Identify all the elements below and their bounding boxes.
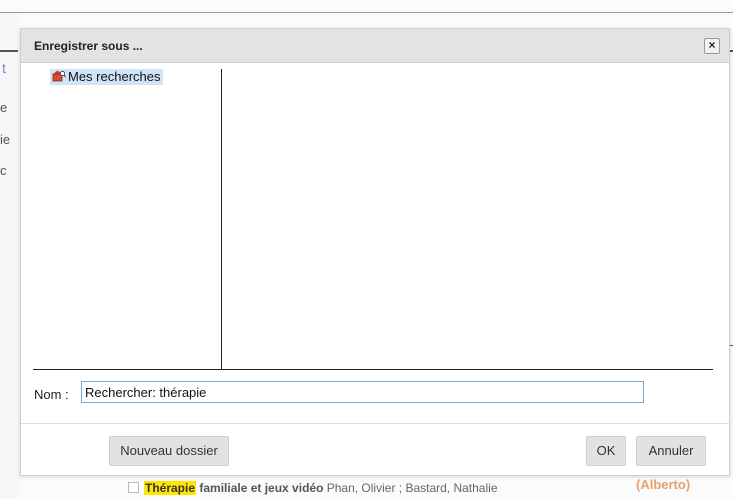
background-divider (0, 50, 18, 52)
dialog-titlebar[interactable]: Enregistrer sous ... × (21, 29, 729, 63)
name-input[interactable] (81, 381, 644, 403)
tree-item-label: Mes recherches (68, 69, 161, 84)
folder-search-icon (52, 70, 66, 82)
background-text-fragment: ie (0, 132, 11, 147)
background-side-text: (Alberto) (636, 477, 691, 492)
result-checkbox (128, 482, 139, 493)
result-authors: Phan, Olivier ; Bastard, Nathalie (323, 481, 498, 495)
new-folder-button[interactable]: Nouveau dossier (109, 436, 229, 466)
folder-tree: Mes recherches (33, 69, 222, 369)
close-button[interactable]: × (704, 38, 720, 54)
panel-divider (33, 369, 713, 370)
background-result-row: Thérapie familiale et jeux vidéo Phan, O… (128, 481, 498, 495)
footer-divider (21, 423, 729, 424)
folder-content-pane (223, 69, 713, 369)
background-text-fragment: t (2, 60, 6, 76)
dialog-title: Enregistrer sous ... (34, 39, 143, 53)
close-icon: × (708, 38, 716, 52)
tree-item-mes-recherches[interactable]: Mes recherches (50, 69, 164, 85)
background-left-column (0, 13, 20, 499)
ok-button[interactable]: OK (586, 436, 626, 466)
result-title: familiale et jeux vidéo (196, 481, 324, 495)
background-text-fragment: c (0, 163, 7, 178)
background-top-border (0, 12, 733, 13)
cancel-button[interactable]: Annuler (636, 436, 706, 466)
save-as-dialog: Enregistrer sous ... × Mes recherches No… (20, 28, 730, 476)
name-label: Nom : (34, 387, 69, 402)
background-text-fragment: e (0, 100, 8, 115)
result-highlight: Thérapie (144, 481, 197, 495)
